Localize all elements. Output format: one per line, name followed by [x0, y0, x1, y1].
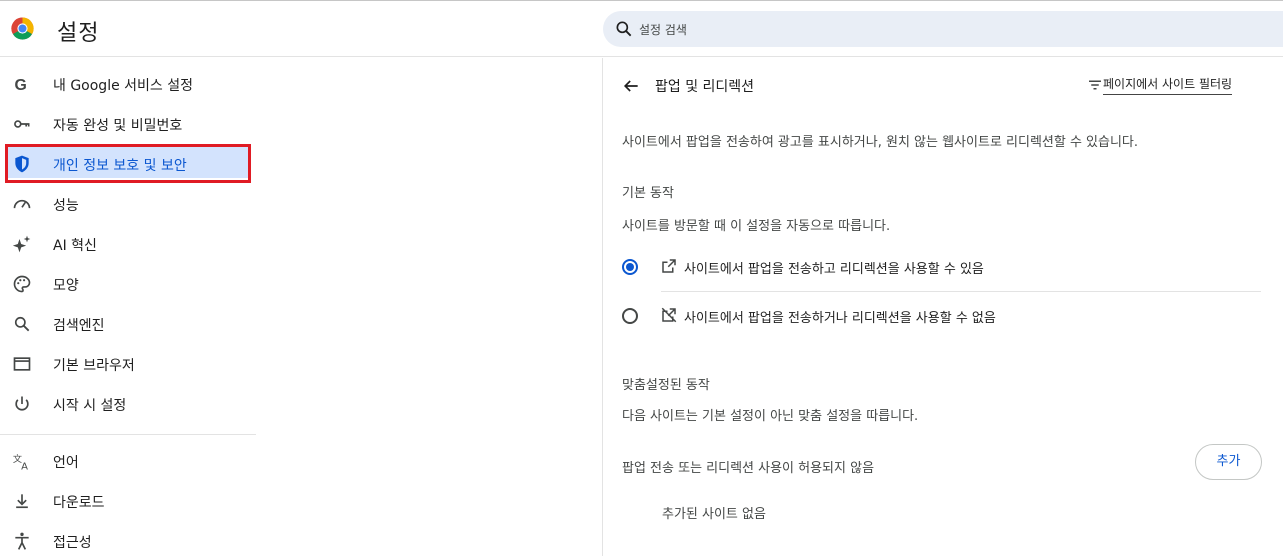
palette-icon: [13, 275, 31, 293]
sidebar-item-performance[interactable]: 성능: [0, 184, 256, 224]
default-behavior-description: 사이트를 방문할 때 이 설정을 자동으로 따릅니다.: [622, 219, 891, 234]
svg-text:G: G: [15, 77, 27, 94]
chrome-logo-icon: [11, 17, 34, 40]
sidebar-item-ai-innovation[interactable]: AI 혁신: [0, 224, 256, 264]
sidebar-item-label: 기본 브라우저: [53, 358, 135, 374]
open-in-new-icon: [662, 259, 676, 273]
search-input[interactable]: 설정 검색: [603, 11, 1283, 47]
sidebar-item-on-startup[interactable]: 시작 시 설정: [0, 384, 256, 424]
block-popups-label[interactable]: 사이트에서 팝업을 전송하거나 리디렉션을 사용할 수 없음: [684, 307, 996, 326]
back-arrow-icon[interactable]: [621, 76, 641, 96]
search-icon: [616, 21, 632, 37]
translate-icon: 文A: [13, 453, 28, 471]
sidebar-item-label: 모양: [53, 278, 79, 294]
custom-behavior-heading: 맞춤설정된 동작: [622, 378, 710, 393]
sidebar-item-google-services[interactable]: G 내 Google 서비스 설정: [0, 64, 256, 104]
search-placeholder: 설정 검색: [639, 23, 687, 37]
open-in-new-off-icon: [661, 307, 677, 323]
download-icon: [16, 494, 28, 509]
page-title: 설정: [57, 21, 100, 46]
accessibility-icon: [15, 532, 29, 550]
sidebar-item-label: 시작 시 설정: [53, 398, 127, 414]
default-behavior-heading: 기본 동작: [622, 186, 674, 201]
sidebar-divider: [0, 434, 256, 435]
sidebar-item-accessibility[interactable]: 접근성: [0, 521, 256, 556]
sidebar-item-label: 성능: [53, 198, 79, 214]
search-icon: [14, 316, 30, 332]
sidebar-item-label: 개인 정보 보호 및 보안: [53, 158, 187, 174]
sidebar-item-privacy-security[interactable]: 개인 정보 보호 및 보안: [0, 144, 256, 184]
section-title: 팝업 및 리디렉션: [655, 79, 755, 95]
shield-icon: [15, 155, 29, 173]
sidebar-item-default-browser[interactable]: 기본 브라우저: [0, 344, 256, 384]
sidebar-item-search-engine[interactable]: 검색엔진: [0, 304, 256, 344]
svg-text:A: A: [21, 461, 28, 471]
allow-popups-label[interactable]: 사이트에서 팝업을 전송하고 리디렉션을 사용할 수 있음: [684, 258, 984, 277]
sidebar-item-label: 자동 완성 및 비밀번호: [53, 118, 183, 134]
sidebar: G 내 Google 서비스 설정 자동 완성 및 비밀번호 개인 정보 보호 …: [0, 58, 256, 556]
sparkle-icon: [12, 235, 31, 253]
power-icon: [15, 396, 29, 411]
section-description: 사이트에서 팝업을 전송하여 광고를 표시하거나, 원치 않는 웹사이트로 리디…: [622, 135, 1139, 150]
filter-icon: [1089, 80, 1101, 90]
google-g-icon: G: [15, 77, 27, 94]
header: 설정 설정 검색: [0, 1, 1283, 57]
option-divider: [661, 291, 1261, 292]
key-icon: [14, 120, 30, 128]
sidebar-item-label: 언어: [53, 455, 79, 471]
sidebar-item-label: 검색엔진: [53, 318, 105, 334]
add-site-button[interactable]: 추가: [1195, 444, 1262, 480]
empty-list-label: 추가된 사이트 없음: [662, 507, 766, 522]
main-panel: 팝업 및 리디렉션 페이지에서 사이트 필터링 사이트에서 팝업을 전송하여 광…: [602, 58, 1283, 556]
sidebar-item-autofill[interactable]: 자동 완성 및 비밀번호: [0, 104, 256, 144]
block-popups-radio[interactable]: [622, 308, 638, 324]
sidebar-item-downloads[interactable]: 다운로드: [0, 481, 256, 521]
allow-popups-radio[interactable]: [622, 259, 638, 275]
browser-window-icon: [13, 357, 31, 371]
speedometer-icon: [13, 199, 31, 209]
sidebar-item-label: 내 Google 서비스 설정: [53, 78, 193, 94]
sidebar-item-label: 다운로드: [53, 495, 105, 511]
site-filter-input[interactable]: 페이지에서 사이트 필터링: [1103, 75, 1233, 95]
sidebar-item-appearance[interactable]: 모양: [0, 264, 256, 304]
sidebar-item-label: AI 혁신: [53, 238, 97, 254]
custom-behavior-description: 다음 사이트는 기본 설정이 아닌 맞춤 설정을 따릅니다.: [622, 409, 919, 424]
sidebar-item-label: 접근성: [53, 535, 92, 551]
sidebar-item-languages[interactable]: 文A 언어: [0, 441, 256, 481]
blocked-sites-label: 팝업 전송 또는 리디렉션 사용이 허용되지 않음: [622, 461, 875, 476]
